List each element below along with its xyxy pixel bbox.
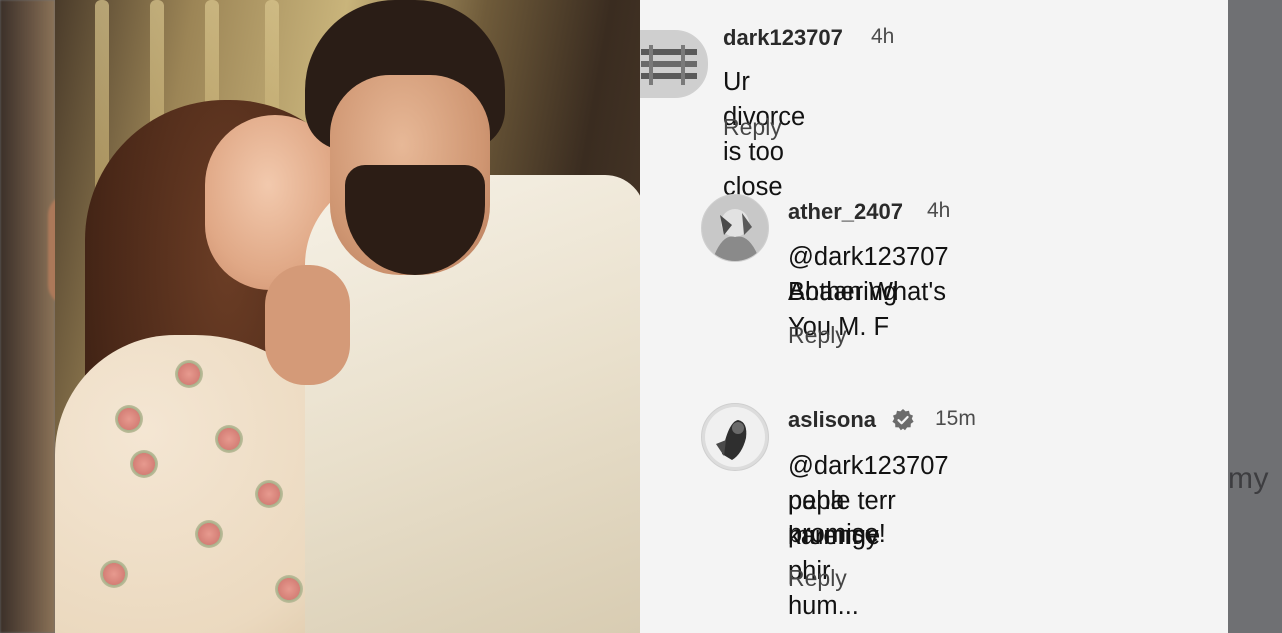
dress-flower [255,480,283,508]
reply-button[interactable]: Reply [723,114,782,141]
comment-username[interactable]: ather_2407 [788,199,903,225]
comment-time: 4h [871,25,895,48]
left-blurred-edge [0,0,88,633]
comment-time: 4h [927,199,951,222]
comment-text-line: papa karenge phir hum... [788,487,881,620]
couple-photo [55,0,640,633]
user-avatar-icon[interactable] [640,30,708,98]
dress-flower [275,575,303,603]
comment-username[interactable]: aslisona [788,407,876,433]
user-avatar-icon[interactable] [701,403,769,471]
comment-text-line: promise! [788,520,886,548]
dress-flower [115,405,143,433]
user-avatar-icon[interactable] [701,194,769,262]
man-hand [265,265,350,385]
dress-flower [130,450,158,478]
right-blurred-edge: my [1228,0,1282,633]
dress-flower [100,560,128,588]
comments-panel: dark123707 4h Ur divorce is too close to… [640,0,1228,633]
comment-time: 15m [935,407,976,430]
reply-button[interactable]: Reply [788,565,847,592]
dress-flower [215,425,243,453]
verified-badge-icon [891,408,915,432]
reply-button[interactable]: Reply [788,322,847,349]
edge-ghost-text: my [1228,462,1269,495]
comment-username[interactable]: dark123707 [723,25,843,51]
dress-flower [195,520,223,548]
dress-flower [175,360,203,388]
